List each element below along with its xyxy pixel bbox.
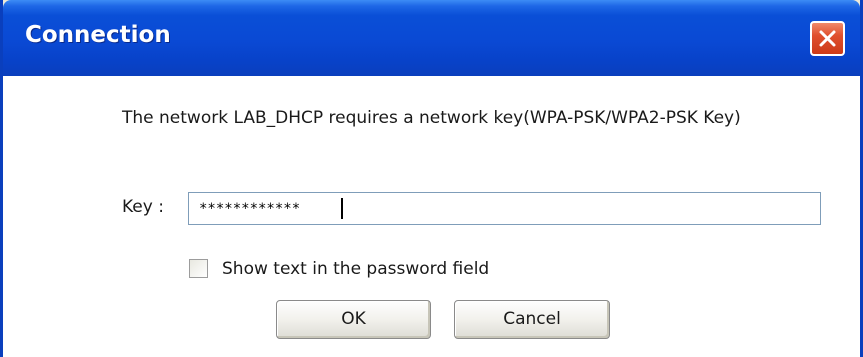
window-title: Connection xyxy=(25,22,171,48)
network-key-message: The network LAB_DHCP requires a network … xyxy=(122,108,741,128)
show-text-checkbox[interactable] xyxy=(189,259,208,278)
show-text-label[interactable]: Show text in the password field xyxy=(222,259,489,279)
connection-dialog: Connection xyxy=(0,0,863,357)
text-caret xyxy=(341,198,343,219)
cancel-button[interactable]: Cancel xyxy=(454,300,610,339)
title-bar[interactable]: Connection xyxy=(3,0,860,76)
close-button[interactable] xyxy=(810,21,845,56)
close-icon xyxy=(819,30,836,47)
key-input[interactable] xyxy=(188,192,821,225)
key-label: Key : xyxy=(122,197,164,217)
ok-button[interactable]: OK xyxy=(276,300,431,339)
